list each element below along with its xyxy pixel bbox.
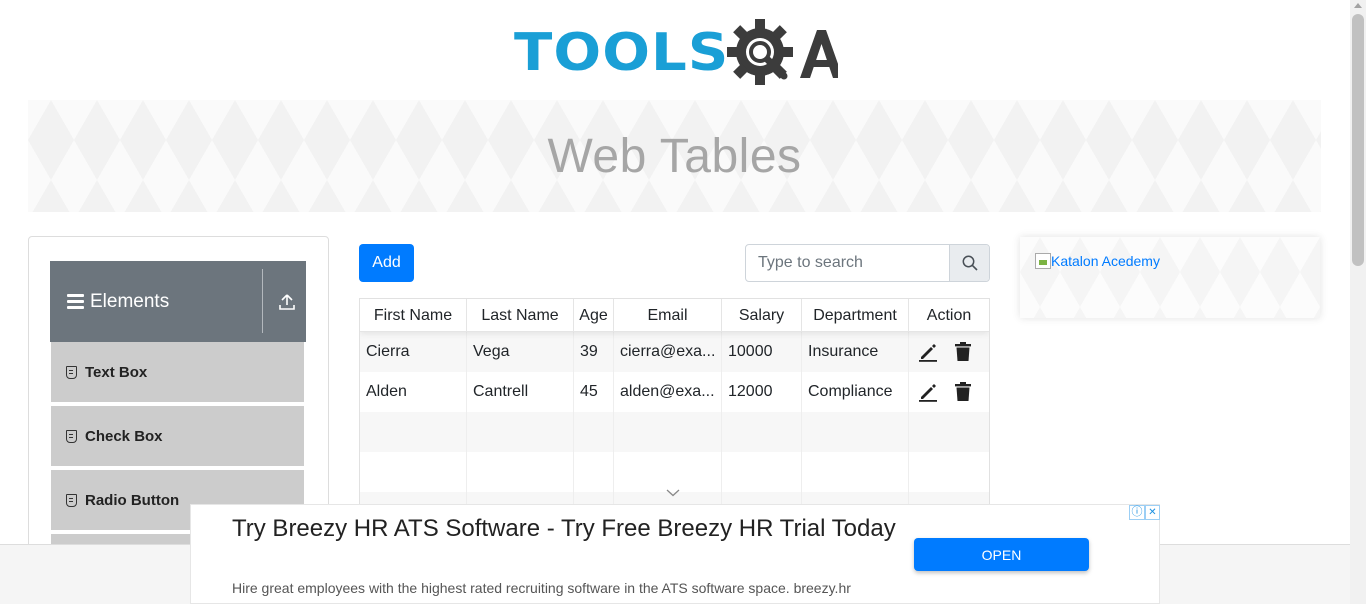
delete-trash-icon[interactable] (954, 382, 972, 402)
cell-department: Compliance (802, 372, 909, 412)
ad-close-icon[interactable]: ✕ (1145, 505, 1160, 520)
chevron-down-icon[interactable] (666, 489, 680, 497)
search-input[interactable] (746, 245, 949, 281)
html5-icon (66, 429, 77, 443)
cell-age: 39 (574, 332, 614, 372)
cell-department: Insurance (802, 332, 909, 372)
bottom-ad-banner[interactable]: Try Breezy HR ATS Software - Try Free Br… (190, 504, 1160, 604)
search-icon (962, 255, 978, 271)
hamburger-menu-icon (67, 294, 84, 309)
column-header-salary[interactable]: Salary (722, 299, 802, 332)
column-header-last-name[interactable]: Last Name (467, 299, 574, 332)
web-table: First Name Last Name Age Email Salary De… (359, 298, 990, 508)
scrollbar-thumb[interactable] (1352, 14, 1364, 266)
cell-email: alden@exa... (614, 372, 722, 412)
sidebar-header-divider (262, 269, 263, 333)
katalon-ad-box[interactable]: Katalon Acedemy (1020, 237, 1320, 318)
page-title: Web Tables (547, 129, 802, 183)
cell-first-name: Cierra (360, 332, 467, 372)
delete-trash-icon[interactable] (954, 342, 972, 362)
cell-email: cierra@exa... (614, 332, 722, 372)
cell-salary: 10000 (722, 332, 802, 372)
sidebar-item-label: Check Box (85, 427, 163, 445)
sidebar-group-title: Elements (90, 290, 170, 312)
katalon-ad-alt-text: Katalon Acedemy (1051, 253, 1160, 269)
broken-image-icon (1035, 253, 1051, 269)
table-row: Alden Cantrell 45 alden@exa... 12000 Com… (360, 372, 989, 412)
table-row-empty (360, 452, 989, 492)
cell-action (909, 332, 989, 372)
cell-age: 45 (574, 372, 614, 412)
collapse-arrow-icon[interactable] (279, 293, 295, 311)
ad-title[interactable]: Try Breezy HR ATS Software - Try Free Br… (232, 513, 902, 545)
add-record-button[interactable]: Add (359, 244, 414, 282)
cell-first-name: Alden (360, 372, 467, 412)
table-header-row: First Name Last Name Age Email Salary De… (360, 299, 989, 332)
ad-info-icon[interactable]: ⓘ (1129, 505, 1145, 520)
column-header-first-name[interactable]: First Name (360, 299, 467, 332)
ad-description: Hire great employees with the highest ra… (232, 580, 851, 596)
cell-last-name: Cantrell (467, 372, 574, 412)
column-header-department[interactable]: Department (802, 299, 909, 332)
vertical-scrollbar[interactable] (1350, 0, 1366, 604)
cell-action (909, 372, 989, 412)
sidebar-group-elements[interactable]: Elements (50, 261, 306, 342)
sidebar-item-label: Text Box (85, 363, 148, 381)
search-box (745, 244, 990, 282)
table-row-empty (360, 412, 989, 452)
scroll-up-arrow-icon[interactable] (1354, 3, 1362, 8)
html5-icon (66, 365, 77, 379)
toolsqa-logo[interactable]: TOOLS (514, 16, 838, 90)
edit-pencil-icon[interactable] (918, 382, 938, 402)
logo-text: TOOLS (514, 23, 730, 83)
edit-pencil-icon[interactable] (918, 342, 938, 362)
katalon-ad-image[interactable]: Katalon Acedemy (1035, 253, 1160, 269)
page: TOOLS Web Tables Elements Text Box Check… (0, 0, 1366, 604)
html5-icon (66, 493, 77, 507)
sidebar-item-text-box[interactable]: Text Box (51, 342, 304, 404)
cell-salary: 12000 (722, 372, 802, 412)
search-button[interactable] (949, 245, 989, 281)
sidebar-item-check-box[interactable]: Check Box (51, 406, 304, 468)
page-banner: Web Tables (28, 100, 1321, 212)
sidebar-item-label: Radio Button (85, 491, 180, 509)
ad-open-button[interactable]: OPEN (914, 538, 1089, 571)
column-header-email[interactable]: Email (614, 299, 722, 332)
gear-qa-logo-icon (727, 19, 838, 85)
cell-last-name: Vega (467, 332, 574, 372)
column-header-action[interactable]: Action (909, 299, 989, 332)
table-row: Cierra Vega 39 cierra@exa... 10000 Insur… (360, 332, 989, 372)
column-header-age[interactable]: Age (574, 299, 614, 332)
